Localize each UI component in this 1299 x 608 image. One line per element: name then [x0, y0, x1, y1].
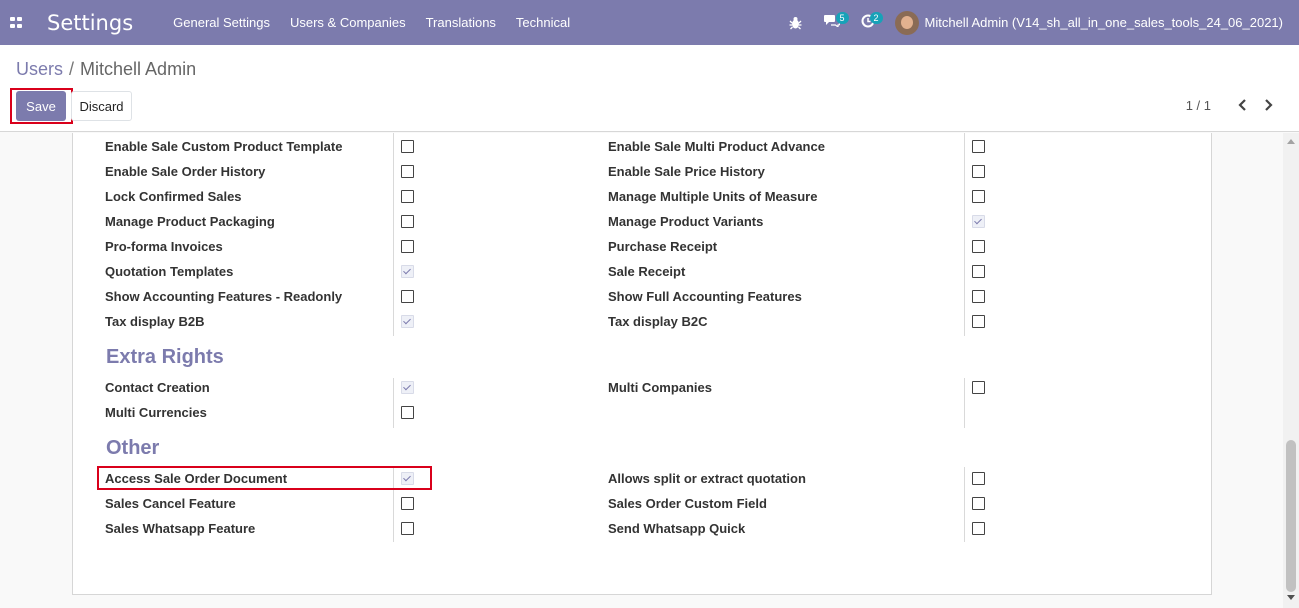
- right-label: Multi Companies: [608, 380, 713, 395]
- right-label: Allows split or extract quotation: [608, 471, 806, 486]
- pager-next-icon[interactable]: [1264, 97, 1274, 117]
- breadcrumb-current: Mitchell Admin: [80, 59, 197, 79]
- right-label: Contact Creation: [105, 380, 210, 395]
- right-checkbox[interactable]: [972, 190, 985, 203]
- right-label: Enable Sale Multi Product Advance: [608, 139, 825, 154]
- right-checkbox[interactable]: [972, 215, 985, 228]
- rights-row: Access Sale Order Document Allows split …: [73, 466, 1213, 491]
- right-label: Enable Sale Order History: [105, 164, 266, 179]
- activity-count-badge: 2: [869, 12, 883, 24]
- right-checkbox[interactable]: [972, 381, 985, 394]
- right-checkbox[interactable]: [401, 497, 414, 510]
- right-checkbox[interactable]: [401, 140, 414, 153]
- right-label: Tax display B2C: [608, 314, 708, 329]
- form-sheet: Enable Sale Custom Product Template Enab…: [72, 133, 1212, 595]
- menu-users-companies[interactable]: Users & Companies: [280, 0, 416, 45]
- avatar: [894, 10, 919, 35]
- right-checkbox[interactable]: [401, 315, 414, 328]
- menu-general-settings[interactable]: General Settings: [163, 0, 280, 45]
- rights-row: Sales Cancel Feature Sales Order Custom …: [73, 491, 1213, 516]
- right-checkbox[interactable]: [401, 165, 414, 178]
- messaging-menu[interactable]: 5: [813, 0, 851, 45]
- right-label: Show Full Accounting Features: [608, 289, 802, 304]
- rights-row: Sales Whatsapp Feature Send Whatsapp Qui…: [73, 516, 1213, 541]
- pager-previous-icon[interactable]: [1237, 97, 1247, 117]
- right-checkbox[interactable]: [972, 315, 985, 328]
- top-navbar: Settings General Settings Users & Compan…: [0, 0, 1299, 45]
- discard-button[interactable]: Discard: [71, 91, 132, 121]
- right-label: Manage Multiple Units of Measure: [608, 189, 818, 204]
- apps-menu-icon[interactable]: [0, 0, 32, 45]
- breadcrumb: Users / Mitchell Admin: [16, 59, 196, 80]
- right-label: Send Whatsapp Quick: [608, 521, 746, 536]
- right-checkbox[interactable]: [972, 290, 985, 303]
- rights-row: Quotation Templates Sale Receipt: [73, 259, 1213, 284]
- right-label: Multi Currencies: [105, 405, 207, 420]
- user-name: Mitchell Admin (V14_sh_all_in_one_sales_…: [924, 15, 1283, 30]
- rights-row: Pro-forma Invoices Purchase Receipt: [73, 234, 1213, 259]
- right-checkbox[interactable]: [972, 265, 985, 278]
- right-checkbox[interactable]: [972, 522, 985, 535]
- section-title-extra-rights: Extra Rights: [106, 346, 224, 368]
- main-menu: General Settings Users & Companies Trans…: [163, 0, 580, 45]
- right-checkbox[interactable]: [401, 522, 414, 535]
- right-checkbox[interactable]: [401, 406, 414, 419]
- scroll-up-arrow-icon[interactable]: [1287, 139, 1295, 144]
- right-label: Purchase Receipt: [608, 239, 718, 254]
- chat-count-badge: 5: [835, 12, 849, 24]
- right-checkbox[interactable]: [972, 497, 985, 510]
- rights-row: Tax display B2B Tax display B2C: [73, 309, 1213, 334]
- right-checkbox[interactable]: [401, 190, 414, 203]
- right-label: Pro-forma Invoices: [105, 239, 223, 254]
- debug-bug-icon[interactable]: [781, 0, 811, 45]
- rights-row: Contact Creation Multi Companies: [73, 375, 1213, 400]
- rights-row: Manage Product Packaging Manage Product …: [73, 209, 1213, 234]
- right-label: Lock Confirmed Sales: [105, 189, 242, 204]
- right-checkbox[interactable]: [401, 290, 414, 303]
- activity-menu[interactable]: 2: [851, 0, 885, 45]
- systray: 5 2 Mitchell Admin (V14_sh_all_in_one_sa…: [781, 0, 1299, 45]
- right-checkbox[interactable]: [401, 240, 414, 253]
- menu-translations[interactable]: Translations: [416, 0, 506, 45]
- right-checkbox[interactable]: [972, 240, 985, 253]
- save-button[interactable]: Save: [16, 91, 66, 121]
- right-label: Sales Order Custom Field: [608, 496, 767, 511]
- right-label: Quotation Templates: [105, 264, 234, 279]
- user-menu[interactable]: Mitchell Admin (V14_sh_all_in_one_sales_…: [894, 10, 1299, 35]
- right-label: Sales Whatsapp Feature: [105, 521, 256, 536]
- right-label: Enable Sale Price History: [608, 164, 765, 179]
- rights-row: Multi Currencies: [73, 400, 1213, 425]
- scroll-thumb[interactable]: [1286, 440, 1296, 592]
- right-label: Show Accounting Features - Readonly: [105, 289, 343, 304]
- right-checkbox[interactable]: [972, 472, 985, 485]
- right-checkbox[interactable]: [401, 472, 414, 485]
- rights-row: Enable Sale Order History Enable Sale Pr…: [73, 159, 1213, 184]
- right-label: Manage Product Packaging: [105, 214, 275, 229]
- right-label: Manage Product Variants: [608, 214, 764, 229]
- rights-row: Show Accounting Features - Readonly Show…: [73, 284, 1213, 309]
- right-label: Sale Receipt: [608, 264, 686, 279]
- right-checkbox[interactable]: [401, 215, 414, 228]
- right-checkbox[interactable]: [972, 140, 985, 153]
- control-panel: Users / Mitchell Admin Save Discard 1 / 1: [0, 45, 1299, 132]
- right-checkbox[interactable]: [972, 165, 985, 178]
- scroll-down-arrow-icon[interactable]: [1287, 595, 1295, 600]
- right-label: Tax display B2B: [105, 314, 205, 329]
- vertical-scrollbar[interactable]: [1283, 133, 1299, 608]
- right-checkbox[interactable]: [401, 381, 414, 394]
- right-label: Enable Sale Custom Product Template: [105, 139, 343, 154]
- breadcrumb-users-link[interactable]: Users: [16, 59, 63, 79]
- right-label: Access Sale Order Document: [105, 471, 288, 486]
- right-checkbox[interactable]: [401, 265, 414, 278]
- menu-technical[interactable]: Technical: [506, 0, 580, 45]
- rights-row: Lock Confirmed Sales Manage Multiple Uni…: [73, 184, 1213, 209]
- section-title-other: Other: [106, 437, 160, 459]
- right-label: Sales Cancel Feature: [105, 496, 236, 511]
- pager-value[interactable]: 1 / 1: [1186, 98, 1211, 113]
- rights-row: Enable Sale Custom Product Template Enab…: [73, 134, 1213, 159]
- breadcrumb-separator: /: [69, 59, 75, 79]
- app-title[interactable]: Settings: [47, 11, 133, 35]
- form-content-area: Enable Sale Custom Product Template Enab…: [0, 133, 1283, 608]
